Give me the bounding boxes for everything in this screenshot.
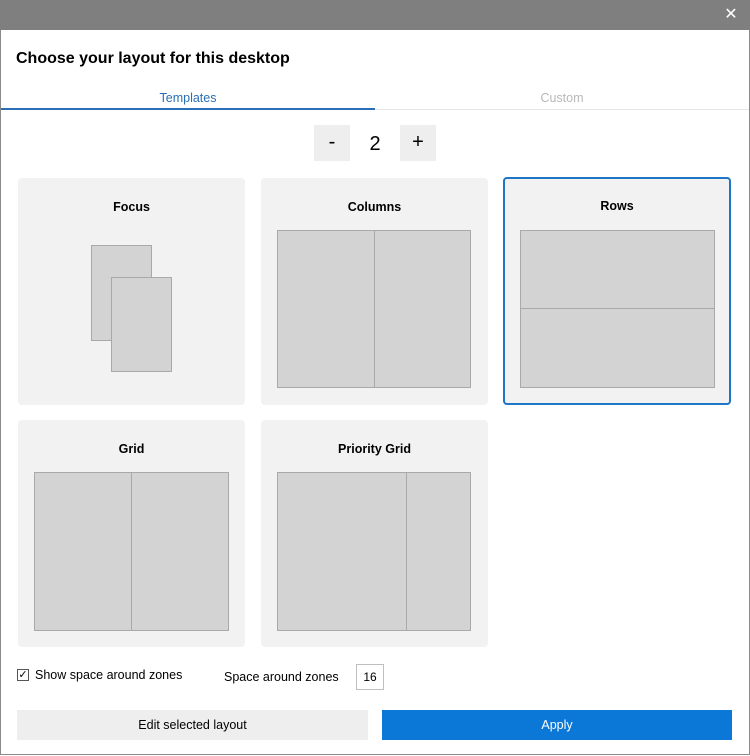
template-card-grid[interactable]: Grid <box>18 420 245 647</box>
close-icon[interactable]: ✕ <box>722 6 740 24</box>
tab-bar: Templates Custom <box>1 87 749 110</box>
template-title: Focus <box>113 200 150 214</box>
tab-custom[interactable]: Custom <box>375 87 749 108</box>
template-card-columns[interactable]: Columns <box>261 178 488 405</box>
template-card-focus[interactable]: Focus <box>18 178 245 405</box>
zone-preview <box>111 277 172 372</box>
page-title: Choose your layout for this desktop <box>16 50 290 67</box>
zone-preview <box>34 472 132 631</box>
zone-preview <box>520 230 715 309</box>
tab-templates[interactable]: Templates <box>1 87 375 110</box>
show-space-checkbox[interactable]: ✓ <box>17 669 29 681</box>
show-space-label: Show space around zones <box>35 668 183 682</box>
template-title: Priority Grid <box>338 442 411 456</box>
zone-preview <box>131 472 229 631</box>
zone-preview <box>520 308 715 388</box>
template-card-rows[interactable]: Rows <box>503 177 731 405</box>
template-title: Grid <box>118 442 145 456</box>
template-title: Columns <box>347 200 402 214</box>
zone-count-increment-button[interactable]: + <box>400 125 436 161</box>
zone-preview <box>406 472 471 631</box>
zone-count-decrement-button[interactable]: - <box>314 125 350 161</box>
space-around-zones-label: Space around zones <box>224 670 339 684</box>
zone-preview <box>277 230 375 388</box>
zone-preview <box>277 472 407 631</box>
space-around-zones-input[interactable]: 16 <box>356 664 384 690</box>
title-bar: ✕ <box>0 0 750 30</box>
template-title: Rows <box>600 199 634 213</box>
edit-selected-layout-button[interactable]: Edit selected layout <box>17 710 368 740</box>
zone-preview <box>374 230 471 388</box>
zone-count-value: 2 <box>369 133 381 155</box>
template-card-priority-grid[interactable]: Priority Grid <box>261 420 488 647</box>
apply-button[interactable]: Apply <box>382 710 732 740</box>
